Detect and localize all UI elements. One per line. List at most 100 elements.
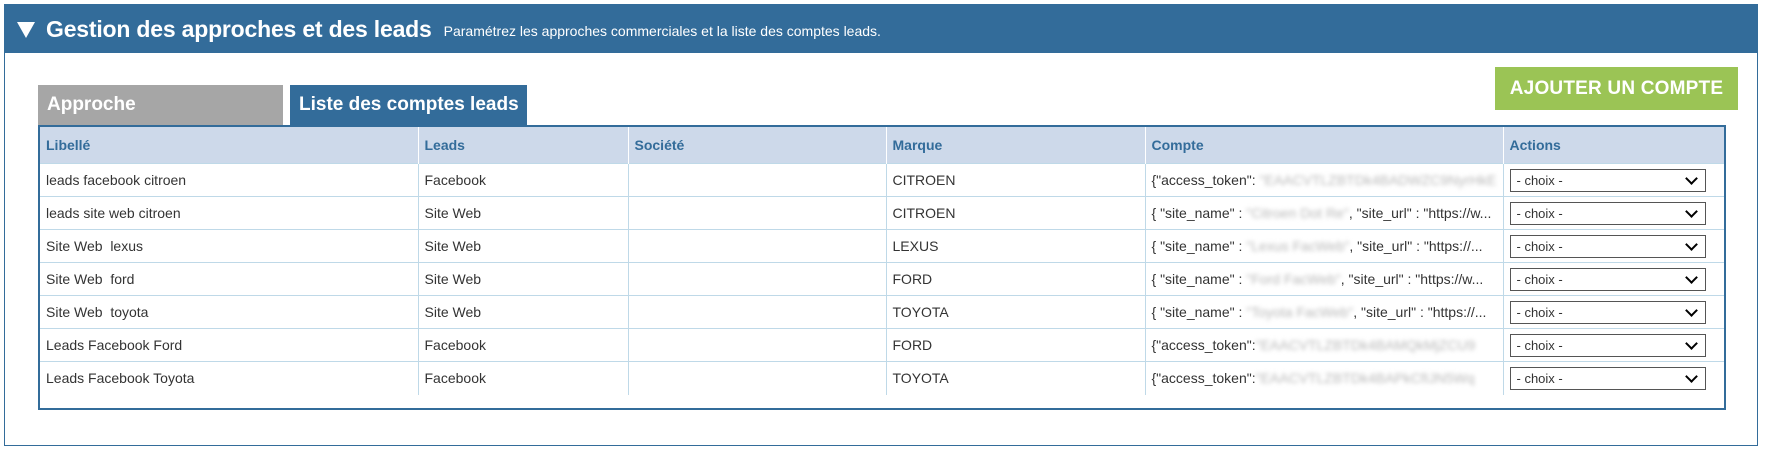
table-row[interactable]: Site Web lexus Site Web LEXUS { "site_na…: [40, 229, 1724, 263]
table-row[interactable]: Leads Facebook Ford Facebook FORD {"acce…: [40, 328, 1724, 362]
compte-prefix: {"access_token":: [1151, 370, 1256, 387]
add-account-button[interactable]: AJOUTER UN COMPTE: [1495, 67, 1738, 110]
table-row[interactable]: leads site web citroen Site Web CITROEN …: [40, 196, 1724, 230]
cell-libelle: Leads Facebook Toyota: [40, 361, 419, 395]
chevron-down-icon: [1684, 303, 1698, 317]
cell-marque: CITROEN: [886, 163, 1146, 197]
chevron-down-icon: [1684, 171, 1698, 185]
compte-redacted: "Toyota FacWeb": [1246, 304, 1354, 320]
panel-header: Gestion des approches et des leads Param…: [5, 5, 1757, 53]
compte-suffix: , "site_url" : "https://w...: [1348, 205, 1492, 221]
table-row[interactable]: Site Web toyota Site Web TOYOTA { "site_…: [40, 295, 1724, 329]
chevron-down-icon: [1684, 237, 1698, 251]
cell-compte: {"access_token":"EAACVTLZBTDk4BAMQkMjZCU…: [1145, 328, 1504, 362]
column-header-marque[interactable]: Marque: [886, 127, 1146, 164]
cell-marque: TOYOTA: [886, 295, 1146, 329]
table-header-row: Libellé Leads Société Marque Compte Acti…: [40, 127, 1724, 164]
action-select[interactable]: - choix -: [1509, 300, 1706, 324]
column-header-compte[interactable]: Compte: [1145, 127, 1504, 164]
action-select[interactable]: - choix -: [1509, 234, 1706, 258]
column-header-leads[interactable]: Leads: [418, 127, 629, 164]
cell-marque: LEXUS: [886, 229, 1146, 263]
action-select-value: - choix -: [1516, 271, 1563, 287]
cell-leads: Facebook: [418, 163, 629, 197]
column-header-libelle[interactable]: Libellé: [40, 127, 419, 164]
cell-actions: - choix -: [1503, 196, 1724, 230]
compte-suffix: , "site_url" : "https://...: [1353, 304, 1487, 320]
cell-compte: {"access_token":"EAACVTLZBTDk4BAPkCfIJN5…: [1145, 361, 1504, 395]
tab-approche[interactable]: Approche: [38, 85, 283, 125]
cell-marque: CITROEN: [886, 196, 1146, 230]
cell-libelle: leads site web citroen: [40, 196, 419, 230]
cell-compte: { "site_name" : "Lexus FacWeb", "site_ur…: [1145, 229, 1504, 263]
tab-bar: Approche Liste des comptes leads: [38, 85, 527, 125]
compte-redacted: "EAACVTLZBTDk4BAMQkMjZCU9: [1255, 337, 1476, 353]
chevron-down-icon: [1684, 270, 1698, 284]
cell-libelle: Site Web ford: [40, 262, 419, 296]
action-select-value: - choix -: [1516, 370, 1563, 386]
cell-societe: [628, 328, 887, 362]
compte-prefix: { "site_name" :: [1151, 238, 1247, 254]
compte-redacted: "EAACVTLZBTDk4BAPkCfIJN5Wq: [1255, 370, 1475, 387]
cell-actions: - choix -: [1503, 328, 1724, 362]
cell-societe: [628, 196, 887, 230]
table-row[interactable]: Leads Facebook Toyota Facebook TOYOTA {"…: [40, 361, 1724, 395]
cell-societe: [628, 163, 887, 197]
chevron-down-icon: [1684, 204, 1698, 218]
action-select[interactable]: - choix -: [1509, 168, 1706, 192]
column-header-actions: Actions: [1503, 127, 1724, 164]
cell-societe: [628, 295, 887, 329]
cell-compte: { "site_name" : "Citroen Dot Re", "site_…: [1145, 196, 1504, 230]
compte-prefix: { "site_name" :: [1151, 271, 1247, 287]
action-select-value: - choix -: [1516, 238, 1563, 254]
action-select[interactable]: - choix -: [1509, 333, 1706, 357]
cell-actions: - choix -: [1503, 295, 1724, 329]
cell-marque: TOYOTA: [886, 361, 1146, 395]
compte-prefix: { "site_name" :: [1151, 304, 1247, 320]
compte-prefix: {"access_token":: [1151, 337, 1256, 353]
action-select-value: - choix -: [1516, 337, 1563, 353]
cell-societe: [628, 229, 887, 263]
cell-leads: Facebook: [418, 328, 629, 362]
cell-actions: - choix -: [1503, 361, 1724, 395]
table-row[interactable]: leads facebook citroen Facebook CITROEN …: [40, 163, 1724, 197]
cell-actions: - choix -: [1503, 163, 1724, 197]
action-select-value: - choix -: [1516, 304, 1563, 320]
cell-libelle: leads facebook citroen: [40, 163, 419, 197]
tab-liste-comptes-leads[interactable]: Liste des comptes leads: [290, 85, 527, 125]
cell-leads: Site Web: [418, 229, 629, 263]
cell-leads: Facebook: [418, 361, 629, 395]
cell-libelle: Site Web toyota: [40, 295, 419, 329]
leads-accounts-table: Libellé Leads Société Marque Compte Acti…: [38, 125, 1726, 410]
compte-suffix: , "site_url" : "https://...: [1349, 238, 1483, 254]
cell-leads: Site Web: [418, 262, 629, 296]
compte-redacted: "Ford FacWeb": [1246, 271, 1341, 287]
action-select[interactable]: - choix -: [1509, 201, 1706, 225]
cell-actions: - choix -: [1503, 229, 1724, 263]
action-select[interactable]: - choix -: [1509, 267, 1706, 291]
action-select-value: - choix -: [1516, 205, 1563, 221]
compte-prefix: {"access_token":: [1151, 172, 1256, 188]
cell-leads: Site Web: [418, 196, 629, 230]
cell-compte: {"access_token": "EAACVTLZBTDk4BADWZC9Ny…: [1145, 163, 1504, 197]
cell-actions: - choix -: [1503, 262, 1724, 296]
cell-leads: Site Web: [418, 295, 629, 329]
action-select[interactable]: - choix -: [1509, 366, 1706, 390]
compte-redacted: "EAACVTLZBTDk4BADWZC9NyrHkE: [1255, 172, 1497, 188]
action-select-value: - choix -: [1516, 172, 1563, 188]
cell-libelle: Leads Facebook Ford: [40, 328, 419, 362]
cell-societe: [628, 262, 887, 296]
compte-suffix: , "site_url" : "https://w...: [1340, 271, 1484, 287]
table-row[interactable]: Site Web ford Site Web FORD { "site_name…: [40, 262, 1724, 296]
compte-prefix: { "site_name" :: [1151, 205, 1247, 221]
cell-marque: FORD: [886, 328, 1146, 362]
chevron-down-icon: [1684, 369, 1698, 383]
compte-redacted: "Citroen Dot Re": [1246, 205, 1349, 221]
cell-marque: FORD: [886, 262, 1146, 296]
compte-redacted: "Lexus FacWeb": [1246, 238, 1350, 254]
column-header-societe[interactable]: Société: [628, 127, 887, 164]
panel-title: Gestion des approches et des leads: [46, 15, 432, 42]
caret-down-icon[interactable]: [17, 22, 35, 38]
cell-societe: [628, 361, 887, 395]
panel-subtitle: Paramétrez les approches commerciales et…: [443, 23, 881, 39]
